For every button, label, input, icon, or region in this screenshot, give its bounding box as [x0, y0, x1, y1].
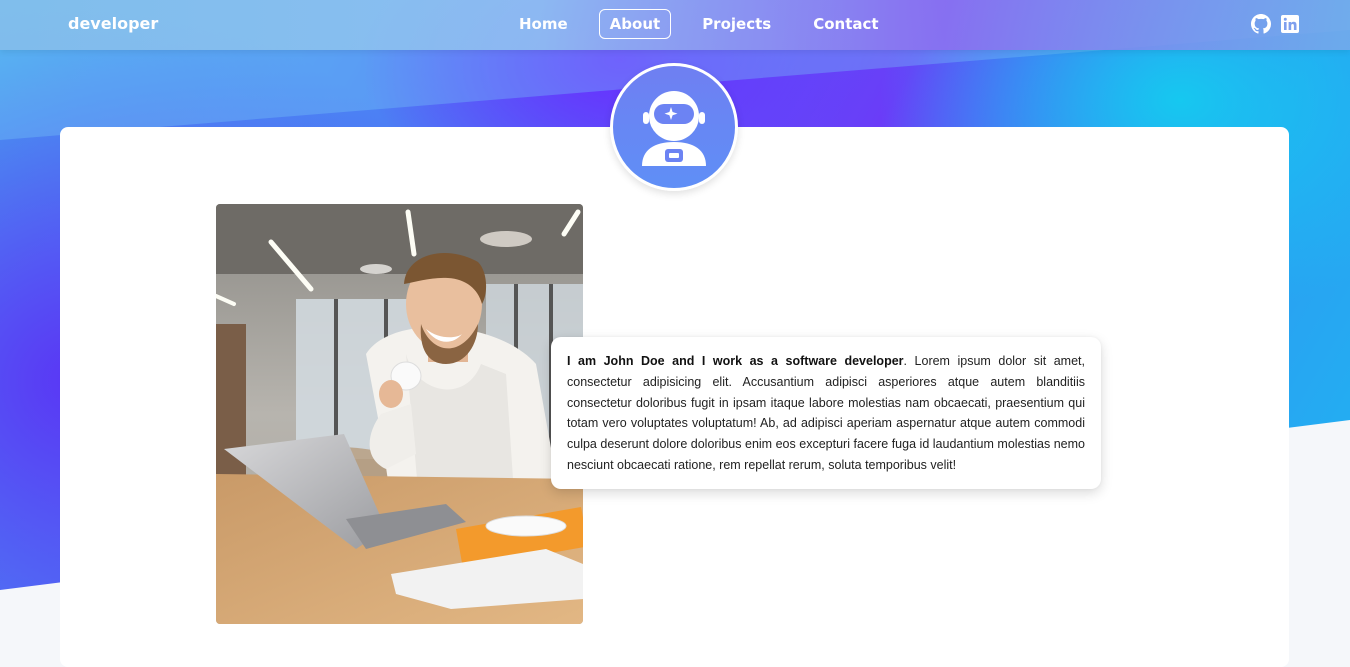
nav-about[interactable]: About	[598, 9, 672, 39]
astronaut-icon	[642, 91, 706, 166]
photo-illustration	[216, 204, 583, 624]
nav-contact[interactable]: Contact	[802, 9, 889, 39]
linkedin-icon[interactable]	[1280, 14, 1300, 34]
bio-card: I am John Doe and I work as a software d…	[551, 337, 1101, 489]
profile-photo	[216, 204, 583, 624]
bio-text: . Lorem ipsum dolor sit amet, consectetu…	[567, 354, 1085, 472]
nav-projects[interactable]: Projects	[691, 9, 782, 39]
profile-avatar	[610, 63, 738, 191]
top-navbar: developer Home About Projects Contact	[0, 0, 1350, 50]
nav-home[interactable]: Home	[508, 9, 579, 39]
nav-links: Home About Projects Contact	[508, 9, 910, 39]
social-links	[1242, 14, 1300, 34]
github-icon[interactable]	[1251, 14, 1271, 34]
brand-logo[interactable]: developer	[68, 14, 158, 33]
bio-lead: I am John Doe and I work as a software d…	[567, 354, 904, 368]
